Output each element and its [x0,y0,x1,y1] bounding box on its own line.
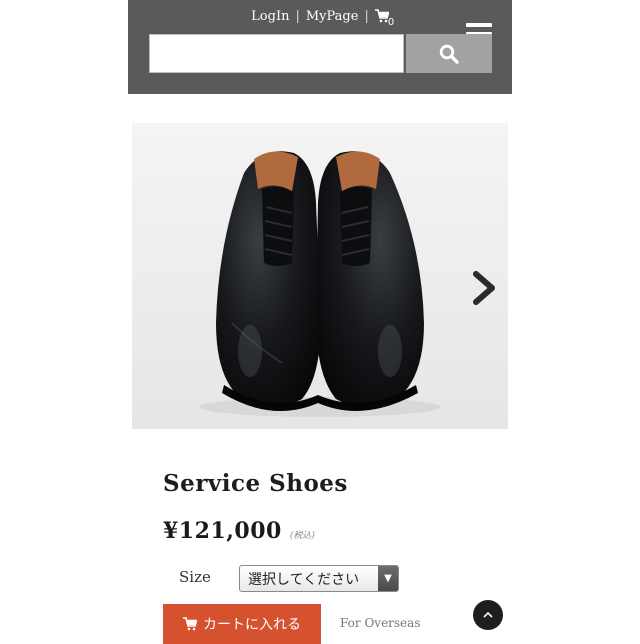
for-overseas-link[interactable]: For Overseas [340,616,420,630]
cart-link[interactable]: 0 [374,9,394,28]
shoes-photo [132,123,508,429]
dropdown-arrow-icon: ▼ [378,566,398,591]
scroll-to-top-button[interactable] [473,600,503,630]
size-select[interactable]: 選択してください ▼ [239,565,399,592]
add-to-cart-button[interactable]: カートに入れる [163,604,321,644]
nav-separator: | [364,8,369,24]
cart-icon [374,9,390,23]
nav-separator: | [295,8,300,24]
search-icon [439,44,459,64]
cart-icon [183,617,197,631]
tax-note: (税込) [289,531,315,541]
hamburger-icon-bar [466,23,492,27]
next-image-button[interactable] [468,268,500,308]
add-to-cart-label: カートに入れる [203,617,301,633]
product-price: ¥121,000 [163,518,282,544]
search-button[interactable] [406,34,492,73]
product-title: Service Shoes [163,470,348,497]
product-image [132,123,508,429]
price-row: ¥121,000 (税込) [163,518,315,544]
site-header: LogIn | MyPage | 0 [128,0,512,94]
cart-count: 0 [387,17,395,28]
login-link[interactable]: LogIn [251,9,289,24]
size-label: Size [179,568,211,586]
chevron-right-icon [473,271,495,305]
top-nav: LogIn | MyPage | 0 [128,6,512,29]
mypage-link[interactable]: MyPage [306,9,359,24]
search-input[interactable] [149,34,404,73]
size-select-value: 選択してください [248,571,360,588]
chevron-up-icon [483,611,493,618]
